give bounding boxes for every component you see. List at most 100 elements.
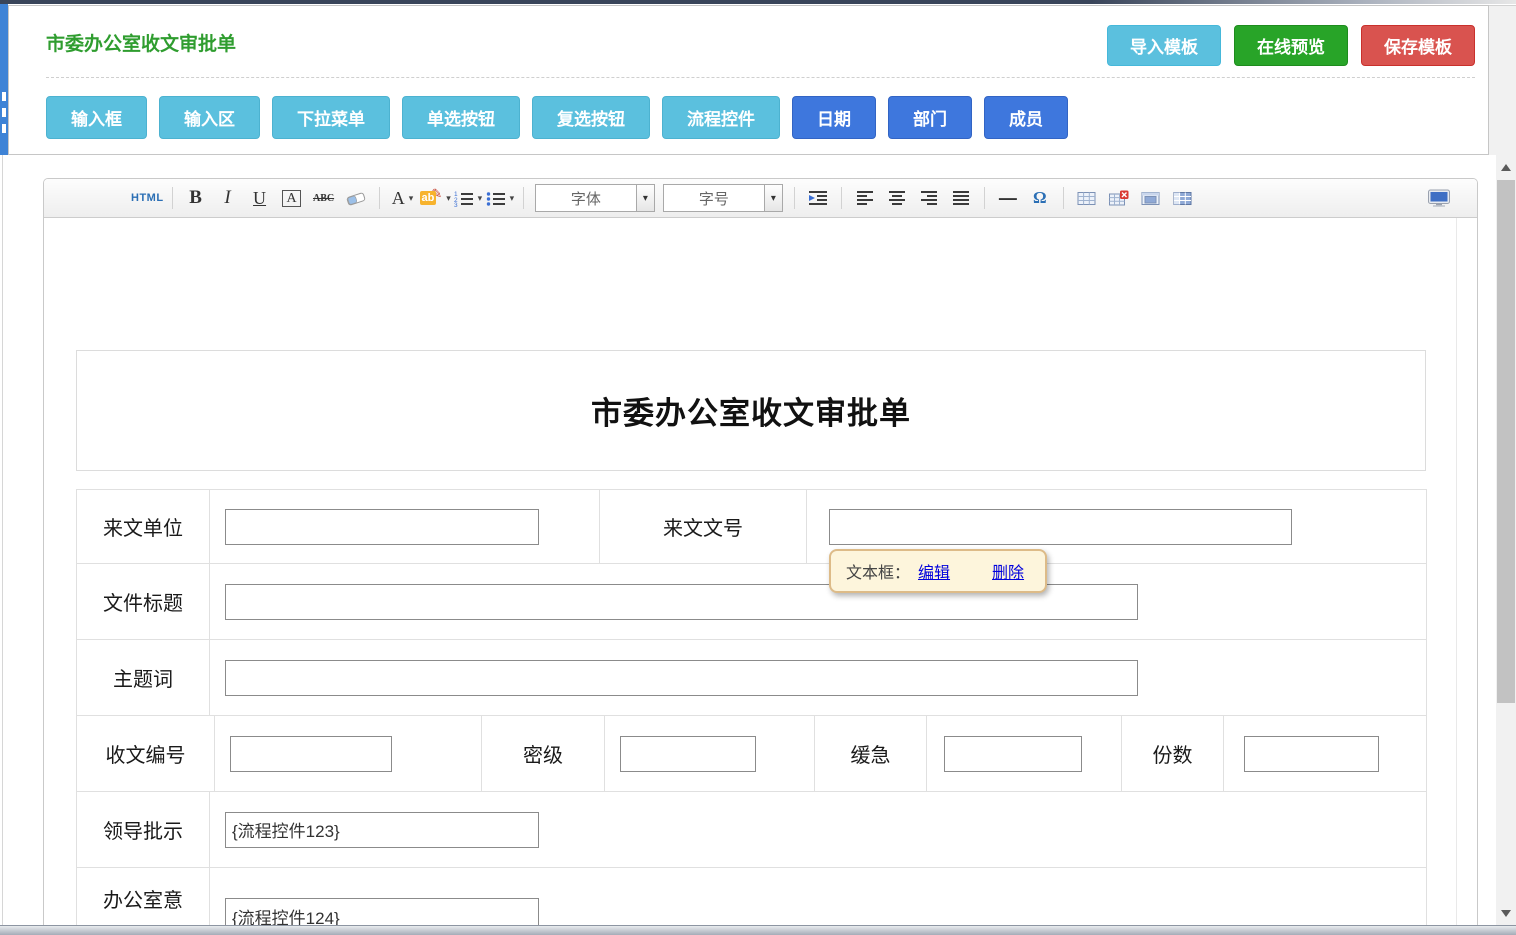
fullscreen-button[interactable] xyxy=(1424,184,1454,212)
vertical-scrollbar[interactable] xyxy=(1496,155,1516,925)
edit-link[interactable]: 编辑 xyxy=(918,559,950,583)
field-cell xyxy=(1224,716,1427,792)
leader-comments-input[interactable] xyxy=(225,812,539,848)
field-cell xyxy=(210,640,1427,716)
sidebar-text-fragment xyxy=(2,92,6,101)
field-cell xyxy=(210,564,1427,640)
insert-member-button[interactable]: 成员 xyxy=(984,96,1068,139)
insert-flow-control-button[interactable]: 流程控件 xyxy=(662,96,780,139)
editor-content[interactable]: 市委办公室收文审批单 来文单位 来文文号 文件标题 主题词 xyxy=(44,218,1477,935)
align-justify-icon xyxy=(952,190,970,206)
font-color-button[interactable]: A xyxy=(388,184,418,212)
field-cell xyxy=(210,792,1427,868)
field-label-receipt-no: 收文编号 xyxy=(77,716,215,792)
window-top-edge xyxy=(0,0,1516,4)
strikethrough-button[interactable]: ABC xyxy=(309,184,339,212)
field-label-incoming-doc-no: 来文文号 xyxy=(600,490,807,564)
font-size-select[interactable]: 字号 xyxy=(663,184,783,212)
rich-text-editor: HTML B I U A ABC A ab✎ 123 字体 xyxy=(43,178,1478,935)
field-cell xyxy=(605,716,815,792)
table-icon xyxy=(1077,190,1096,206)
incoming-doc-no-input[interactable] xyxy=(829,509,1292,545)
scroll-up-button[interactable] xyxy=(1496,157,1516,177)
editor-inner-border xyxy=(1456,218,1457,935)
scrollbar-thumb[interactable] xyxy=(1497,180,1515,703)
toolbar-separator xyxy=(794,187,795,209)
urgency-input[interactable] xyxy=(944,736,1082,772)
monitor-icon xyxy=(1427,189,1451,207)
arrow-down-icon xyxy=(1501,910,1511,917)
ordered-list-icon: 123 xyxy=(454,190,474,207)
highlight-color-button[interactable]: ab✎ xyxy=(420,184,451,212)
tooltip-prefix: 文本框： xyxy=(846,559,910,583)
eraser-icon xyxy=(346,191,366,206)
incoming-unit-input[interactable] xyxy=(225,509,539,545)
align-right-button[interactable] xyxy=(914,184,944,212)
field-tooltip: 文本框： 编辑 删除 xyxy=(829,549,1047,593)
chevron-down-icon[interactable] xyxy=(636,185,654,211)
unordered-list-button[interactable] xyxy=(485,184,515,212)
toolbar-separator xyxy=(984,187,985,209)
component-palette: 输入框 输入区 下拉菜单 单选按钮 复选按钮 流程控件 日期 部门 成员 xyxy=(46,96,1080,139)
unordered-list-icon xyxy=(486,190,506,207)
align-left-icon xyxy=(856,190,874,206)
ordered-list-button[interactable]: 123 xyxy=(453,184,483,212)
cell-properties-button[interactable] xyxy=(1136,184,1166,212)
save-template-button[interactable]: 保存模板 xyxy=(1361,25,1475,66)
insert-checkbox-button[interactable]: 复选按钮 xyxy=(532,96,650,139)
align-left-button[interactable] xyxy=(850,184,880,212)
insert-department-button[interactable]: 部门 xyxy=(888,96,972,139)
indent-icon xyxy=(808,190,828,206)
special-character-button[interactable]: Ω xyxy=(1025,184,1055,212)
scroll-down-button[interactable] xyxy=(1496,903,1516,923)
preview-online-button[interactable]: 在线预览 xyxy=(1234,25,1348,66)
app-window: 市委办公室收文审批单 导入模板 在线预览 保存模板 输入框 输入区 下拉菜单 单… xyxy=(0,0,1516,935)
chevron-down-icon[interactable] xyxy=(764,185,782,211)
remove-format-button[interactable] xyxy=(341,184,371,212)
table-row: 主题词 xyxy=(77,640,1427,716)
insert-date-button[interactable]: 日期 xyxy=(792,96,876,139)
form-title-box: 市委办公室收文审批单 xyxy=(76,350,1426,471)
underline-button[interactable]: U xyxy=(245,184,275,212)
table-cell-icon xyxy=(1141,190,1160,206)
table-properties-button[interactable] xyxy=(1168,184,1198,212)
table-grid-icon xyxy=(1173,190,1192,206)
field-cell xyxy=(215,716,482,792)
insert-radio-button[interactable]: 单选按钮 xyxy=(402,96,520,139)
delete-link[interactable]: 删除 xyxy=(992,559,1024,583)
insert-dropdown-button[interactable]: 下拉菜单 xyxy=(272,96,390,139)
field-label-incoming-unit: 来文单位 xyxy=(77,490,210,564)
indent-button[interactable] xyxy=(803,184,833,212)
receipt-no-input[interactable] xyxy=(230,736,392,772)
toolbar-separator xyxy=(523,187,524,209)
insert-textbox-button[interactable]: 输入框 xyxy=(46,96,147,139)
toolbar-separator xyxy=(379,187,380,209)
copies-input[interactable] xyxy=(1244,736,1379,772)
field-label-secrecy-level: 密级 xyxy=(482,716,605,792)
align-center-button[interactable] xyxy=(882,184,912,212)
table-row: 文件标题 xyxy=(77,564,1427,640)
form-title: 市委办公室收文审批单 xyxy=(591,388,911,433)
import-template-button[interactable]: 导入模板 xyxy=(1107,25,1221,66)
italic-button[interactable]: I xyxy=(213,184,243,212)
horizontal-rule-button[interactable]: — xyxy=(993,184,1023,212)
field-label-leader-comments: 领导批示 xyxy=(77,792,210,868)
insert-table-button[interactable] xyxy=(1072,184,1102,212)
toolbar-separator xyxy=(172,187,173,209)
collapsed-sidebar xyxy=(0,4,8,155)
subject-words-input[interactable] xyxy=(225,660,1138,696)
align-justify-button[interactable] xyxy=(946,184,976,212)
insert-textarea-button[interactable]: 输入区 xyxy=(159,96,260,139)
table-row: 来文单位 来文文号 xyxy=(77,490,1427,564)
toolbar-separator xyxy=(1063,187,1064,209)
delete-table-button[interactable] xyxy=(1104,184,1134,212)
field-label-copies: 份数 xyxy=(1122,716,1224,792)
bold-button[interactable]: B xyxy=(181,184,211,212)
source-code-button[interactable]: HTML xyxy=(131,184,164,212)
align-center-icon xyxy=(888,190,906,206)
font-family-select[interactable]: 字体 xyxy=(535,184,655,212)
secrecy-level-input[interactable] xyxy=(620,736,756,772)
page-title: 市委办公室收文审批单 xyxy=(46,29,236,56)
font-style-button[interactable]: A xyxy=(277,184,307,212)
table-row: 领导批示 xyxy=(77,792,1427,868)
